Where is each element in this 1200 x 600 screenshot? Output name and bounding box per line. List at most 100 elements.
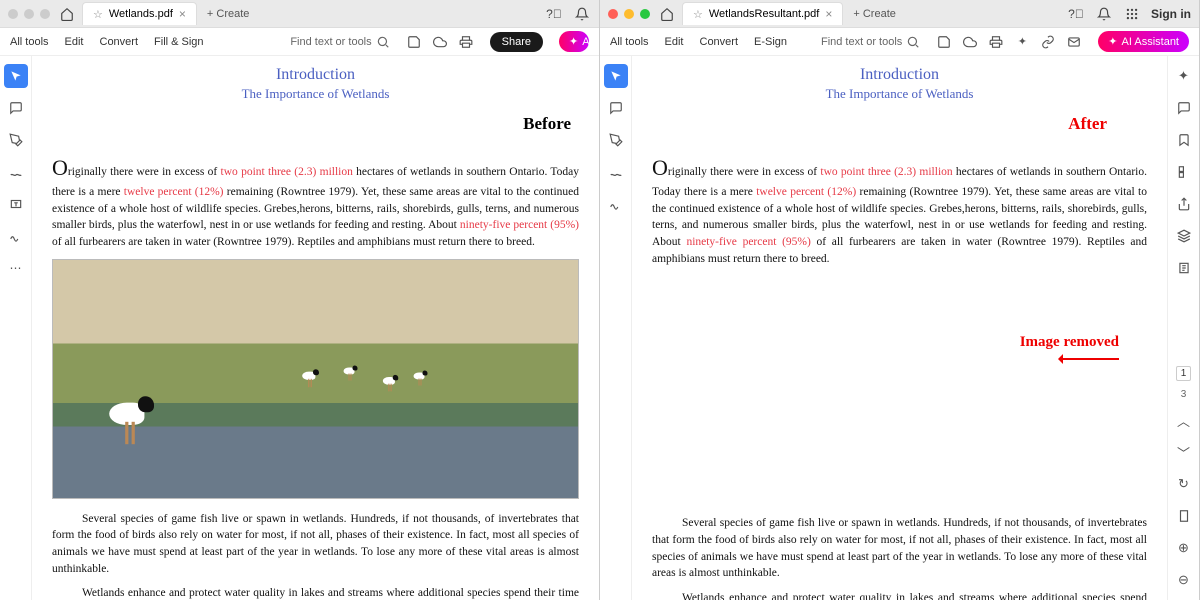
nav-down-icon[interactable]: ﹀ — [1172, 440, 1196, 464]
save-icon[interactable] — [406, 34, 422, 50]
titlebar: ☆ Wetlands.pdf × + Create ?⃝ — [0, 0, 599, 28]
new-tab-button[interactable]: + Create — [853, 8, 896, 20]
max-dot[interactable] — [640, 9, 650, 19]
menubar: All tools Edit Convert Fill & Sign Find … — [0, 28, 599, 56]
star-icon[interactable]: ☆ — [93, 8, 103, 21]
document-tab[interactable]: ☆ WetlandsResultant.pdf × — [682, 2, 843, 25]
bell-icon[interactable] — [573, 5, 591, 23]
home-icon[interactable] — [58, 5, 76, 23]
document-view: After Image removed Introduction The Imp… — [632, 56, 1167, 600]
help-icon[interactable]: ?⃝ — [545, 5, 563, 23]
page-number-total: 3 — [1181, 389, 1187, 400]
max-dot[interactable] — [40, 9, 50, 19]
doc-subtitle: The Importance of Wetlands — [652, 86, 1147, 102]
draw-icon[interactable] — [4, 160, 28, 184]
share-button[interactable]: Share — [490, 32, 543, 52]
min-dot[interactable] — [624, 9, 634, 19]
search-icon — [376, 35, 390, 49]
selection-tool-icon[interactable] — [4, 64, 28, 88]
panel-thumbnails-icon[interactable] — [1172, 160, 1196, 184]
paragraph-2: Several species of game fish live or spa… — [52, 511, 579, 578]
zoom-out-icon[interactable]: ⊖ — [1172, 568, 1196, 592]
min-dot[interactable] — [24, 9, 34, 19]
comment-icon[interactable] — [604, 96, 628, 120]
highlight-icon[interactable] — [4, 128, 28, 152]
close-dot[interactable] — [608, 9, 618, 19]
close-tab-icon[interactable]: × — [179, 7, 186, 21]
right-panel-rail: ✦ 1 3 ︿ ﹀ ↻ ⊕ ⊖ — [1167, 56, 1199, 600]
print-icon[interactable] — [458, 34, 474, 50]
titlebar: ☆ WetlandsResultant.pdf × + Create ?⃝ Si… — [600, 0, 1199, 28]
panel-bookmark-icon[interactable] — [1172, 128, 1196, 152]
text-box-icon[interactable] — [4, 192, 28, 216]
new-tab-button[interactable]: + Create — [207, 8, 250, 20]
left-toolrail: ⋯ — [0, 56, 32, 600]
menu-edit[interactable]: Edit — [65, 36, 84, 48]
left-toolrail — [600, 56, 632, 600]
doc-title: Introduction — [652, 66, 1147, 84]
save-icon[interactable] — [936, 34, 952, 50]
bell-icon[interactable] — [1095, 5, 1113, 23]
before-annotation: Before — [523, 114, 571, 134]
menu-e-sign[interactable]: E-Sign — [754, 36, 787, 48]
print-icon[interactable] — [988, 34, 1004, 50]
menu-convert[interactable]: Convert — [100, 36, 139, 48]
menu-all-tools[interactable]: All tools — [610, 36, 649, 48]
menu-fill-sign[interactable]: Fill & Sign — [154, 36, 204, 48]
wetland-image — [52, 259, 579, 499]
cloud-icon[interactable] — [962, 34, 978, 50]
sign-icon[interactable] — [604, 192, 628, 216]
doc-title: Introduction — [52, 66, 579, 84]
sign-in-button[interactable]: Sign in — [1151, 7, 1191, 21]
panel-share-icon[interactable] — [1172, 192, 1196, 216]
panel-comment-icon[interactable] — [1172, 96, 1196, 120]
ai-assistant-button[interactable]: ✦ AI Assistant — [1098, 31, 1189, 52]
document-tab[interactable]: ☆ Wetlands.pdf × — [82, 2, 197, 25]
rotate-icon[interactable]: ↻ — [1172, 472, 1196, 496]
more-tools-icon[interactable]: ⋯ — [4, 256, 28, 280]
ai-sparkle-icon[interactable]: ✦ — [1014, 34, 1030, 50]
paragraph-2: Several species of game fish live or spa… — [652, 515, 1147, 582]
paragraph-1: Originally there were in excess of two p… — [52, 152, 579, 251]
star-icon[interactable]: ☆ — [693, 8, 703, 21]
cloud-icon[interactable] — [432, 34, 448, 50]
comment-icon[interactable] — [4, 96, 28, 120]
menu-edit[interactable]: Edit — [665, 36, 684, 48]
mail-icon[interactable] — [1066, 34, 1082, 50]
removed-image-gap — [652, 275, 1147, 515]
after-annotation: After — [1068, 114, 1107, 134]
arrow-icon — [1059, 358, 1119, 360]
menu-convert[interactable]: Convert — [700, 36, 739, 48]
apps-icon[interactable] — [1123, 5, 1141, 23]
window-controls — [608, 9, 650, 19]
document-view: Before Introduction The Importance of We… — [32, 56, 599, 600]
menu-all-tools[interactable]: All tools — [10, 36, 49, 48]
home-icon[interactable] — [658, 5, 676, 23]
paragraph-1: Originally there were in excess of two p… — [652, 152, 1147, 267]
find-box[interactable]: Find text or tools — [290, 35, 389, 49]
page-view-icon[interactable] — [1172, 504, 1196, 528]
highlight-icon[interactable] — [604, 128, 628, 152]
close-dot[interactable] — [8, 9, 18, 19]
find-label: Find text or tools — [821, 36, 902, 48]
help-icon[interactable]: ?⃝ — [1067, 5, 1085, 23]
paragraph-3: Wetlands enhance and protect water quali… — [652, 590, 1147, 600]
paragraph-3: Wetlands enhance and protect water quali… — [52, 585, 579, 600]
window-after: ☆ WetlandsResultant.pdf × + Create ?⃝ Si… — [600, 0, 1200, 600]
zoom-in-icon[interactable]: ⊕ — [1172, 536, 1196, 560]
panel-more-icon[interactable] — [1172, 256, 1196, 280]
panel-layers-icon[interactable] — [1172, 224, 1196, 248]
draw-icon[interactable] — [604, 160, 628, 184]
selection-tool-icon[interactable] — [604, 64, 628, 88]
panel-ai-icon[interactable]: ✦ — [1172, 64, 1196, 88]
sign-icon[interactable] — [4, 224, 28, 248]
image-removed-annotation: Image removed — [1020, 334, 1119, 351]
ai-assistant-button[interactable]: ✦ AI A — [559, 31, 589, 52]
menubar: All tools Edit Convert E-Sign Find text … — [600, 28, 1199, 56]
window-controls — [8, 9, 50, 19]
page-number-current[interactable]: 1 — [1176, 366, 1192, 381]
close-tab-icon[interactable]: × — [825, 7, 832, 21]
nav-up-icon[interactable]: ︿ — [1172, 408, 1196, 432]
link-icon[interactable] — [1040, 34, 1056, 50]
find-box[interactable]: Find text or tools — [821, 35, 920, 49]
